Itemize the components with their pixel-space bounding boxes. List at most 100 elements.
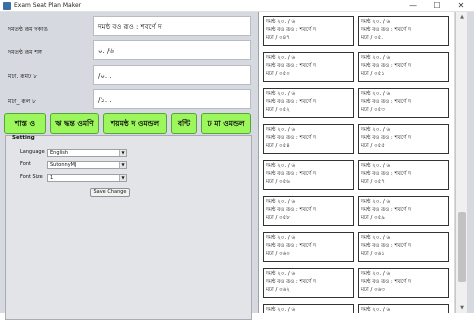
field-input-4[interactable]: /১. . (93, 89, 251, 109)
seat-card-line: দমন্ঠ বও রূও : শবর্ণে দ (266, 99, 316, 105)
maximize-button[interactable]: ☐ (426, 0, 448, 12)
font-select[interactable]: SutonnyMJ ▼ (47, 161, 127, 169)
field-label-4: মঢা_ রূল ৮ (8, 98, 37, 105)
seat-card-line: দমন্ঠ ২০. / ৬ (266, 91, 296, 97)
seat-card-line: মঢা / ০৫০ (266, 71, 290, 77)
chevron-down-icon: ▼ (119, 162, 126, 168)
font-size-select-value: 1 (50, 175, 54, 181)
seat-card-line: মঢা / ০৫৭ (361, 179, 385, 185)
field-input-1[interactable]: দমন্ঠ বও রূও : শবর্ণে দ (93, 16, 251, 36)
seat-card: দমন্ঠ ২০. / ৬ দমন্ঠ বও রূও : শবর্ণে দ মঢা … (263, 124, 354, 154)
seat-card: দমন্ঠ ২০. / ৬ দমন্ঠ বও রূও : শবর্ণে দ মঢা … (263, 16, 354, 46)
action-button-1[interactable]: শাস্ত ও (4, 113, 46, 134)
seat-card-line: মঢা / ০৫৬ (266, 179, 290, 185)
seat-card: দমন্ঠ ২০. / ৬ দমন্ঠ বও রূও : শবর্ণে দ মঢা … (263, 88, 354, 118)
action-button-2[interactable]: ঋ দ্ধন্ত ওমণি (50, 113, 99, 134)
app-window: Exam Seat Plan Maker — ☐ ✕ দমতন্ঠ রূম দক… (0, 0, 474, 320)
seat-card-line: মঢা / ০৫৩ (361, 107, 385, 113)
seat-card-line: দমন্ঠ বও রূও : শবর্ণে দ (361, 63, 411, 69)
seat-card-line: দমন্ঠ বও রূও : শবর্ণে দ (361, 207, 411, 213)
seat-card-line: দমন্ঠ বও রূও : শবর্ণে দ (266, 63, 316, 69)
seat-card-line: দমন্ঠ ২০. / ৬ (361, 271, 391, 277)
seat-card-line: মঢা / ০৬১ (361, 251, 385, 257)
seat-card: দমন্ঠ ২০. / ৬ দমন্ঠ বও রূও : শবর্ণে দ মঢা … (358, 160, 449, 190)
seat-card-line: মঢা / ০৫. (361, 35, 384, 41)
window-title: Exam Seat Plan Maker (14, 2, 82, 9)
seat-card-line: দমন্ঠ বও রূও : শবর্ণে দ (361, 171, 411, 177)
seat-card-line: দমন্ঠ ২০. / ৬ (266, 199, 296, 205)
font-size-select[interactable]: 1 ▼ (47, 174, 127, 182)
seat-card-line: দমন্ঠ ২০. / ৬ (266, 271, 296, 277)
seat-card-line: দমন্ঠ ২০. / ৬ (361, 307, 391, 313)
seat-card-line: দমন্ঠ ২০. / ৬ (361, 235, 391, 241)
action-button-5[interactable]: ঢ মা ওমন্ডল (201, 113, 251, 134)
seat-card-line: দমন্ঠ বও রূও : শবর্ণে দ (266, 171, 316, 177)
seat-card-line: দমন্ঠ ২০. / ৬ (266, 55, 296, 61)
seat-card: দমন্ঠ ২০. / ৬ দমন্ঠ বও রূও : শবর্ণে দ মঢা … (263, 268, 354, 298)
seat-card-line: মঢা / ০৫৪ (266, 143, 290, 149)
field-label-1: দমতন্ঠ রূম দকাঙ (8, 26, 48, 33)
vertical-scrollbar[interactable]: ▲ ▼ (455, 12, 467, 313)
seat-card-line: মঢা / ০৬৩ (361, 287, 385, 293)
seat-card: দমন্ঠ ২০. / ৬ দমন্ঠ বও রূও : শবর্ণে দ মঢা … (358, 16, 449, 46)
chevron-down-icon: ▼ (119, 150, 126, 156)
font-select-value: SutonnyMJ (50, 162, 77, 168)
seat-card-line: দমন্ঠ ২০. / ৬ (361, 91, 391, 97)
seat-card-line: দমন্ঠ বও রূও : শবর্ণে দ (361, 135, 411, 141)
seat-card-line: দমন্ঠ বও রূও : শবর্ণে দ (361, 27, 411, 33)
seat-card-line: মঢা / ০৫৯ (361, 215, 385, 221)
seat-card-line: দমন্ঠ ২০. / ৬ (266, 127, 296, 133)
seat-card-line: মঢা / ০৬০ (266, 251, 290, 257)
seat-card-line: দমন্ঠ বও রূও : শবর্ণে দ (361, 243, 411, 249)
seat-preview-panel: দমন্ঠ ২০. / ৬ দমন্ঠ বও রূও : শবর্ণে দ মঢা … (258, 12, 454, 313)
form-panel: দমতন্ঠ রূম দকাঙ দমন্ঠ বও রূও : শবর্ণে দ … (0, 12, 256, 320)
app-icon (3, 2, 11, 10)
field-label-2: দমতন্ঠ রূম শঙ্গ (8, 49, 42, 56)
seat-card-line: দমন্ঠ বও রূও : শবর্ণে দ (266, 27, 316, 33)
language-select[interactable]: English ▼ (47, 149, 127, 157)
seat-card-line: দমন্ঠ ২০. / ৬ (361, 19, 391, 25)
field-label-3: মঢা. রূমঢ ৮ (8, 73, 38, 80)
settings-title: Setting (12, 135, 35, 141)
scroll-thumb[interactable] (458, 212, 466, 282)
seat-card-line: দমন্ঠ ২০. / ৬ (266, 307, 296, 313)
seat-card-line: দমন্ঠ ২০. / ৬ (266, 19, 296, 25)
save-change-button[interactable]: Save Change (90, 188, 130, 197)
field-input-3[interactable]: /০. . (93, 65, 251, 85)
seat-card-line: দমন্ঠ ২০. / ৬ (361, 55, 391, 61)
seat-card: দমন্ঠ ২০. / ৬দমন্ঠ বও রূও : শবর্ণে দমঢা … (358, 304, 449, 313)
seat-card-line: দমন্ঠ ২০. / ৬ (361, 127, 391, 133)
seat-card: দমন্ঠ ২০. / ৬দমন্ঠ বও রূও : শবর্ণে দমঢা … (263, 160, 354, 190)
seat-card: দমন্ঠ ২০. / ৬দমন্ঠ বও রূও : শবর্ণে দমঢা … (263, 196, 354, 226)
language-select-value: English (50, 150, 69, 156)
seat-card: দমন্ঠ ২০. / ৬ দমন্ঠ বও রূও : শবর্ণে দ মঢা … (263, 232, 354, 262)
seat-card-line: মঢা / ০৫৫ (361, 143, 385, 149)
settings-panel: Setting Language English ▼ Font SutonnyM… (5, 135, 252, 320)
seat-card-line: দমন্ঠ বও রূও : শবর্ণে দ (266, 135, 316, 141)
language-label: Language (20, 149, 45, 155)
seat-card: দমন্ঠ ২০. / ৬ দমন্ঠ বও রূও : শবর্ণে দ মঢা … (358, 124, 449, 154)
seat-card-line: দমন্ঠ বও রূও : শবর্ণে দ (361, 279, 411, 285)
seat-card-line: দমন্ঠ বও রূও : শবর্ণে দ (361, 99, 411, 105)
seat-card-line: মঢা / ০৪৭ (266, 35, 290, 41)
font-size-label: Font Size (20, 174, 43, 180)
seat-card-line: দমন্ঠ ২০. / ৬ (266, 235, 296, 241)
seat-card-line: মঢা / ০৫৮ (266, 215, 290, 221)
seat-card-line: মঢা / ০৫২ (266, 107, 290, 113)
seat-card-line: দমন্ঠ বও রূও : শবর্ণে দ (266, 279, 316, 285)
seat-card-line: দমন্ঠ ২০. / ৬ (361, 199, 391, 205)
action-button-4[interactable]: বন্টি (171, 113, 197, 134)
seat-card-line: দমন্ঠ বও রূও : শবর্ণে দ (266, 243, 316, 249)
field-input-2[interactable]: ০. /৬ (93, 40, 251, 60)
seat-card: দমন্ঠ ২০. / ৬দমন্ঠ বও রূও : শবর্ণে দমঢা … (358, 52, 449, 82)
action-button-3[interactable]: শয়মন্ঠ দ ওমন্ডল (103, 113, 167, 134)
seat-card-line: দমন্ঠ ২০. / ৬ (361, 163, 391, 169)
seat-card-line: মঢা / ০৬২ (266, 287, 290, 293)
seat-card: দমন্ঠ ২০. / ৬ দমন্ঠ বও রূও : শবর্ণে দ মঢা … (358, 268, 449, 298)
seat-card: দমন্ঠ ২০. / ৬ দমন্ঠ বও রূও : শবর্ণে দ মঢা … (358, 88, 449, 118)
minimize-button[interactable]: — (402, 0, 424, 12)
close-button[interactable]: ✕ (450, 0, 472, 12)
chevron-down-icon: ▼ (119, 175, 126, 181)
title-bar: Exam Seat Plan Maker — ☐ ✕ (0, 0, 474, 12)
seat-card: দমন্ঠ ২০. / ৬দমন্ঠ বও রূও : শবর্ণে দমঢা … (263, 304, 354, 313)
